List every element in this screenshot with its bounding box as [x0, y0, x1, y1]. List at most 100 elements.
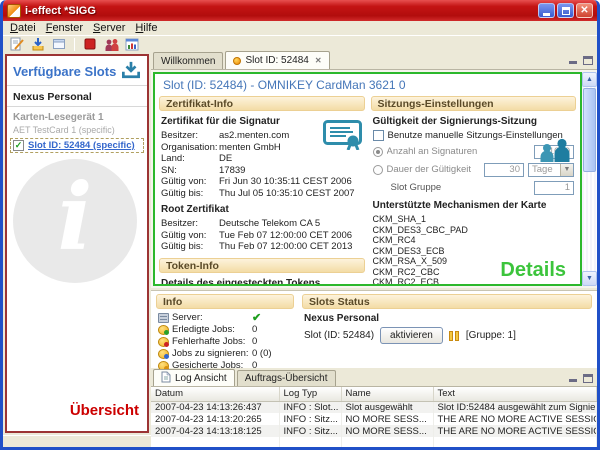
manual-session-label: Benutze manuelle Sitzungs-Einstellungen — [388, 130, 563, 141]
mechanisms-title: Unterstützte Mechanismen der Karte — [373, 200, 575, 211]
log-minimize-icon[interactable] — [568, 374, 578, 383]
field-value: Thu Jul 05 10:35:10 CEST 2007 — [219, 188, 365, 200]
session-column: Sitzungs-Einstellungen Gültigkeit der Si… — [371, 96, 577, 283]
cert-field-row: Gültig von:Fri Jun 30 10:35:11 CEST 2006 — [159, 176, 365, 188]
tab-slot-52484[interactable]: Slot ID: 52484 ✕ — [225, 51, 329, 69]
main-area: Verfügbare Slots Nexus Personal Karten-L… — [3, 52, 597, 435]
log-section: Log Ansicht Auftrags-Übersicht Datum — [151, 370, 597, 435]
field-label: Besitzer: — [161, 218, 219, 230]
mechanism-item: CKM_DES3_CBC_PAD — [371, 225, 577, 236]
watermark-letter: i — [58, 163, 93, 271]
card-reader-name: Karten-Lesegerät 1 — [7, 107, 147, 124]
completed-jobs-icon — [158, 325, 169, 335]
new-window-icon[interactable] — [50, 36, 68, 52]
scroll-up-icon[interactable]: ▲ — [582, 72, 597, 87]
import-icon[interactable] — [29, 36, 47, 52]
menu-server[interactable]: Server — [90, 22, 132, 34]
menu-fenster[interactable]: Fenster — [43, 22, 90, 34]
provider-name: Nexus Personal — [7, 86, 147, 107]
slots-provider-name: Nexus Personal — [304, 313, 590, 324]
tab-willkommen-label: Willkommen — [161, 56, 215, 67]
slot-details-title: Slot (ID: 52484) - OMNIKEY CardMan 3621 … — [155, 74, 580, 95]
vertical-scrollbar[interactable]: ▲ ▼ — [582, 72, 597, 286]
mechanism-item: CKM_RC4 — [371, 235, 577, 246]
editor-tabbar: Willkommen Slot ID: 52484 ✕ — [151, 52, 597, 70]
window-close-button[interactable]: ✕ — [576, 3, 593, 18]
slot-list-item[interactable]: ✓ Slot ID: 52484 (specific) — [10, 138, 144, 153]
cert-field-row: SN:17839 — [159, 165, 365, 177]
duration-unit-value: Tage — [529, 164, 560, 175]
card-name: AET TestCard 1 (specific) — [7, 124, 147, 137]
titlebar[interactable]: i-effect *SIGG ✕ — [3, 0, 597, 21]
field-label: Gültig von: — [161, 176, 219, 188]
manual-session-checkbox[interactable] — [373, 130, 384, 141]
mechanism-item: CKM_DES3_ECB — [371, 246, 577, 257]
menubar: Datei Fenster Server Hilfe — [3, 21, 597, 35]
server-icon — [158, 313, 169, 323]
log-maximize-icon[interactable] — [583, 374, 593, 383]
log-row[interactable]: 2007-04-23 14:13:18:125 INFO : Sitz... N… — [151, 425, 597, 437]
info-section: Info Server: ✔ Erledigte Jobs: 0 — [156, 294, 294, 365]
scrollbar-thumb[interactable] — [583, 88, 596, 172]
slot-editor: Slot (ID: 52484) - OMNIKEY CardMan 3621 … — [151, 70, 597, 288]
tab-auftrags-uebersicht[interactable]: Auftrags-Übersicht — [237, 370, 336, 386]
window-maximize-button[interactable] — [557, 3, 574, 18]
stop-icon[interactable] — [81, 36, 99, 52]
editor-column: Willkommen Slot ID: 52484 ✕ Slot (ID: 52… — [151, 52, 597, 435]
field-value: Thu Feb 07 12:00:00 CET 2013 — [219, 241, 365, 253]
minimize-icon — [543, 13, 550, 16]
activate-button[interactable]: aktivieren — [380, 327, 443, 344]
tab-log-ansicht[interactable]: Log Ansicht — [153, 369, 235, 386]
slot-checkbox[interactable]: ✓ — [13, 140, 24, 151]
sidebar-header: Verfügbare Slots — [7, 56, 147, 86]
log-row[interactable]: 2007-04-23 14:13:20:265 INFO : Sitz... N… — [151, 413, 597, 425]
slot-group-input[interactable]: 1 — [534, 181, 574, 195]
duration-input[interactable]: 30 — [484, 163, 524, 177]
field-value: Fri Jun 30 10:35:11 CEST 2006 — [219, 176, 365, 188]
slot-link[interactable]: Slot ID: 52484 (specific) — [28, 140, 135, 151]
tab-close-icon[interactable]: ✕ — [315, 56, 322, 65]
column-header-name[interactable]: Name — [341, 387, 433, 401]
users-toolbar-icon[interactable] — [102, 36, 120, 52]
info-watermark-icon: i — [13, 159, 137, 283]
chevron-down-icon: ▼ — [560, 164, 573, 176]
section-header-token-info: Token-Info — [159, 258, 365, 273]
log-row[interactable]: 2007-04-23 14:13:26:437 INFO : Slot... S… — [151, 401, 597, 413]
column-header-datum[interactable]: Datum — [151, 387, 279, 401]
signature-count-radio[interactable] — [373, 147, 383, 157]
sidebar-title: Verfügbare Slots — [13, 64, 116, 79]
window-minimize-button[interactable] — [538, 3, 555, 18]
details-label: Details — [500, 259, 566, 282]
download-icon[interactable] — [121, 61, 141, 82]
users-icon — [538, 138, 572, 165]
field-label: Gültig von: — [161, 230, 219, 242]
maximize-icon — [562, 7, 570, 15]
field-value: Tue Feb 07 12:00:00 CET 2006 — [219, 230, 365, 242]
editor-minimize-icon[interactable] — [568, 56, 578, 65]
menu-datei[interactable]: Datei — [7, 22, 43, 34]
field-label: Gültig bis: — [161, 241, 219, 253]
field-label: Organisation: — [161, 142, 219, 154]
log-row-empty — [151, 437, 597, 449]
field-value: DE — [219, 153, 365, 165]
mechanism-item: CKM_SHA_1 — [371, 214, 577, 225]
column-header-logtyp[interactable]: Log Typ — [279, 387, 341, 401]
report-icon[interactable] — [123, 36, 141, 52]
cert-field-row: Besitzer:Deutsche Telekom CA 5 — [159, 218, 365, 230]
duration-radio[interactable] — [373, 165, 383, 175]
section-header-info: Info — [156, 294, 294, 309]
slot-status-dot-icon — [233, 57, 241, 65]
info-row-fehlerhafte: Fehlerhafte Jobs: 0 — [156, 336, 294, 348]
tab-willkommen[interactable]: Willkommen — [153, 52, 223, 69]
sign-document-icon[interactable] — [8, 36, 26, 52]
scroll-down-icon[interactable]: ▼ — [582, 271, 597, 286]
menu-hilfe[interactable]: Hilfe — [132, 22, 164, 34]
editor-maximize-icon[interactable] — [583, 56, 593, 65]
window-title: i-effect *SIGG — [25, 5, 538, 17]
uebersicht-label: Übersicht — [70, 402, 139, 419]
column-header-text[interactable]: Text — [433, 387, 597, 401]
section-header-zertifikat-info: Zertifikat-Info — [159, 96, 365, 111]
toolbar-separator — [74, 38, 75, 51]
log-table: Datum Log Typ Name Text 2007-04-23 14:13… — [151, 387, 597, 450]
validity-title: Gültigkeit der Signierungs-Sitzung — [373, 116, 575, 127]
